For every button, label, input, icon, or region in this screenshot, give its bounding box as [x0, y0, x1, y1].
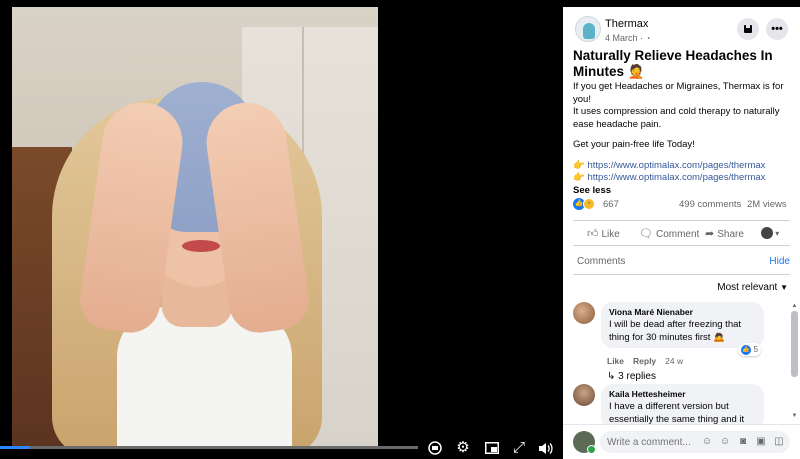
- page-name[interactable]: Thermax: [605, 18, 648, 30]
- comments-label: Comments: [577, 256, 626, 267]
- comment-button-label: Comment: [655, 229, 700, 240]
- post-body-line: Get your pain-free life Today!: [573, 139, 695, 150]
- save-button[interactable]: [737, 18, 759, 40]
- post-stats: 👍 ᵕ 667 499 comments 2M views: [573, 197, 795, 213]
- comment-author[interactable]: Kaila Hettesheimer: [609, 389, 756, 400]
- volume-icon[interactable]: [535, 438, 555, 458]
- comment-text: I have a different version but: [609, 401, 729, 412]
- video-frame[interactable]: [12, 7, 378, 447]
- gear-icon[interactable]: ⚙: [453, 438, 473, 458]
- composer-icons: ☺ ☺ ◙ ▣ ◫: [701, 435, 791, 449]
- video-controls: ⚙ ⤢: [0, 437, 563, 459]
- scroll-thumb[interactable]: [791, 311, 798, 377]
- comment-text: thing for 30 minutes first 🙇: [609, 332, 725, 343]
- post-date[interactable]: 4 March · ◔: [605, 33, 650, 43]
- video-progress-bar[interactable]: [0, 446, 418, 449]
- comment-composer: ☺ ☺ ◙ ▣ ◫: [563, 424, 800, 459]
- video-player[interactable]: ⚙ ⤢: [0, 0, 563, 459]
- post-header: Thermax 4 March · ◔ •••: [563, 7, 800, 49]
- comment-sort-dropdown[interactable]: Most relevant ▼: [717, 282, 788, 293]
- haha-reaction-icon: ᵕ: [583, 198, 595, 210]
- view-replies-link[interactable]: ↳ 3 replies: [607, 371, 656, 382]
- see-less-link[interactable]: See less: [573, 185, 795, 198]
- post-body-line: It uses compression and cold therapy to …: [573, 106, 780, 130]
- caret-down-icon: ▾: [773, 229, 780, 238]
- thumbs-up-icon: 👍︎: [587, 228, 599, 240]
- avatar-sticker-icon[interactable]: ☺: [701, 435, 713, 449]
- view-count: 2M views: [747, 199, 787, 210]
- video-progress-fill: [0, 446, 30, 449]
- like-reaction-icon: 👍: [741, 344, 751, 355]
- post-body: If you get Headaches or Migraines, Therm…: [573, 81, 795, 197]
- comment-meta: Like Reply 24 w: [607, 356, 683, 366]
- like-button[interactable]: 👍︎ Like: [587, 225, 620, 243]
- post-body-line: If you get Headaches or Migraines, Therm…: [573, 81, 784, 105]
- comment-count[interactable]: 499 comments: [679, 199, 741, 210]
- comment-sort-label: Most relevant: [717, 282, 778, 293]
- top-strip: [0, 0, 800, 7]
- page-avatar[interactable]: [575, 16, 601, 42]
- comment-button[interactable]: 🗨︎ Comment: [639, 225, 699, 243]
- more-options-button[interactable]: •••: [766, 18, 788, 40]
- share-arrow-icon: ➦: [705, 228, 715, 240]
- commenter-avatar[interactable]: [573, 302, 595, 324]
- post-date-text: 4 March ·: [605, 33, 646, 43]
- comment-reply-button[interactable]: Reply: [633, 356, 656, 366]
- comments-scrollbar[interactable]: ▲ ▼: [791, 303, 798, 421]
- post-title: Naturally Relieve Headaches In Minutes 🤦: [573, 48, 773, 79]
- share-button[interactable]: ➦ Share: [705, 225, 744, 243]
- scroll-up-icon[interactable]: ▲: [791, 303, 798, 310]
- post-link[interactable]: 👉 https://www.optimalax.com/pages/therma…: [573, 172, 795, 185]
- camera-icon[interactable]: ◙: [737, 435, 749, 449]
- picture-in-picture-icon[interactable]: [482, 438, 502, 458]
- gif-icon[interactable]: ▣: [755, 435, 767, 449]
- comments-header: Comments Hide: [563, 250, 800, 272]
- comment-like-button[interactable]: Like: [607, 356, 624, 366]
- post-side-panel: Thermax 4 March · ◔ ••• Naturally Reliev…: [563, 7, 800, 459]
- commenter-avatar[interactable]: [573, 384, 595, 406]
- facebook-video-viewer: ⚙ ⤢ Thermax 4 March · ◔ ••• Naturally Re…: [0, 0, 800, 459]
- comment-author[interactable]: Viona Maré Nienaber: [609, 307, 756, 318]
- comment-bubble: Viona Maré Nienaber I will be dead after…: [601, 302, 764, 348]
- post-link[interactable]: 👉 https://www.optimalax.com/pages/therma…: [573, 160, 795, 173]
- comment-text: I will be dead after freezing that: [609, 319, 742, 330]
- post-action-bar: 👍︎ Like 🗨︎ Comment ➦ Share ▾: [573, 220, 790, 246]
- reaction-count[interactable]: 667: [603, 199, 619, 210]
- replies-count: 3 replies: [618, 371, 656, 382]
- comment-bubble-icon: 🗨︎: [639, 228, 653, 240]
- comments-divider: [573, 274, 790, 275]
- reply-arrow-icon: ↳: [607, 371, 619, 382]
- like-button-label: Like: [601, 229, 620, 240]
- comment-item: Kaila Hettesheimer I have a different ve…: [563, 384, 793, 430]
- reaction-icons[interactable]: 👍 ᵕ: [573, 197, 599, 211]
- comment-item: Viona Maré Nienaber I will be dead after…: [563, 302, 793, 382]
- scroll-down-icon[interactable]: ▼: [791, 413, 798, 420]
- chevron-down-icon: ▼: [780, 283, 788, 292]
- current-user-avatar[interactable]: [573, 431, 596, 454]
- video-person-lips: [182, 240, 220, 252]
- share-as-avatar: [761, 227, 773, 240]
- emoji-icon[interactable]: ☺: [719, 435, 731, 449]
- captions-icon[interactable]: [425, 438, 445, 458]
- share-as-selector[interactable]: ▾: [761, 225, 779, 243]
- hide-comments-link[interactable]: Hide: [769, 256, 790, 267]
- comment-like-count[interactable]: 👍 5: [738, 343, 762, 356]
- fullscreen-icon[interactable]: ⤢: [509, 438, 529, 458]
- share-button-label: Share: [717, 229, 744, 240]
- globe-icon: ◔: [645, 34, 651, 43]
- comment-age[interactable]: 24 w: [665, 356, 683, 366]
- sticker-icon[interactable]: ◫: [773, 435, 785, 449]
- comment-like-number: 5: [753, 344, 759, 354]
